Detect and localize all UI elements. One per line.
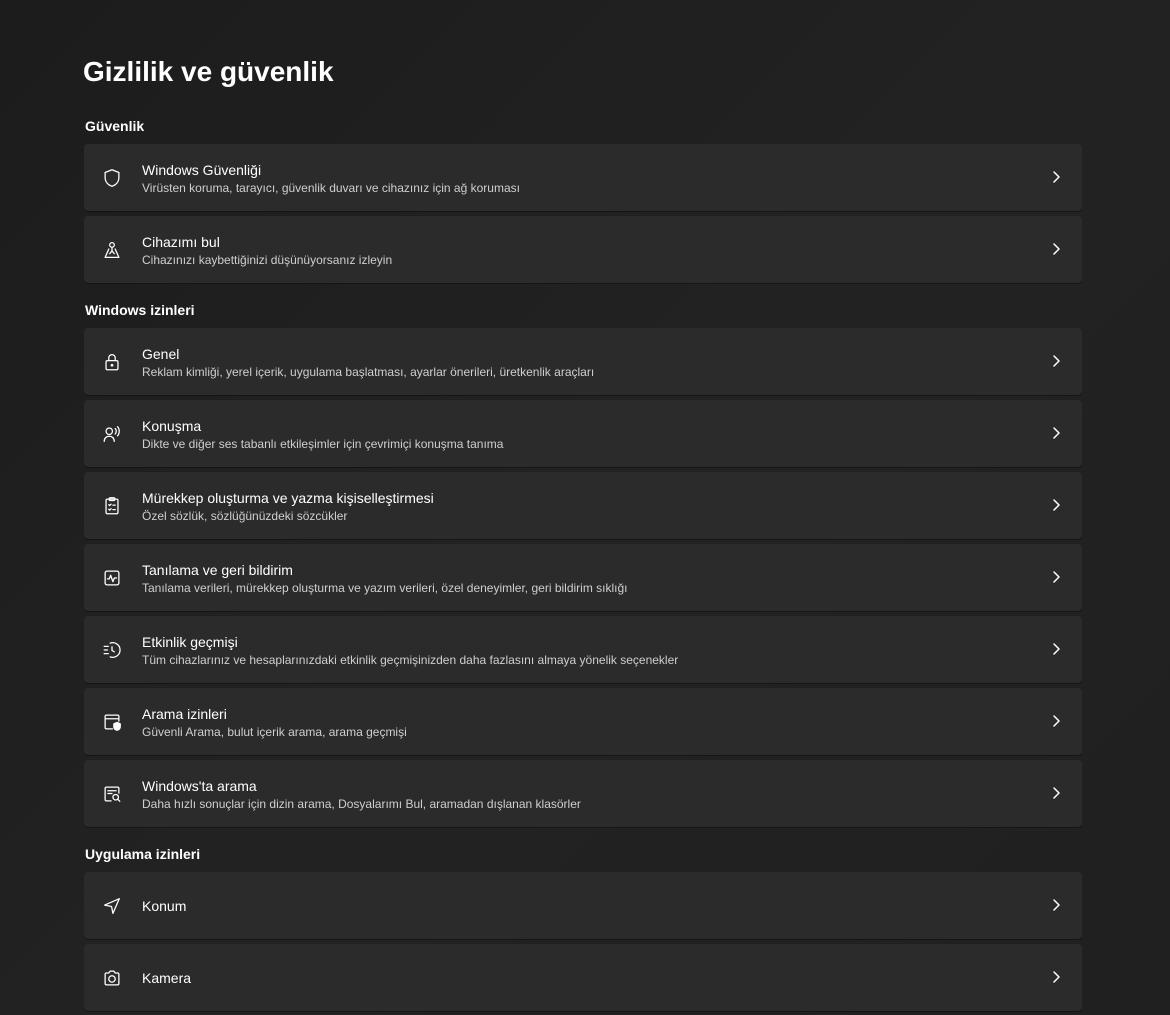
camera-card[interactable]: Kamera — [84, 944, 1082, 1011]
section-header-security: Güvenlik — [85, 118, 145, 134]
card-title: Arama izinleri — [142, 706, 227, 722]
card-description: Tanılama verileri, mürekkep oluşturma ve… — [142, 581, 628, 595]
speech-card[interactable]: Konuşma Dikte ve diğer ses tabanlı etkil… — [84, 400, 1082, 467]
chevron-right-icon — [1048, 641, 1064, 657]
card-title: Konum — [142, 898, 187, 914]
chevron-right-icon — [1048, 713, 1064, 729]
section-header-windows-permissions: Windows izinleri — [85, 302, 195, 318]
chevron-right-icon — [1048, 785, 1064, 801]
windows-security-card[interactable]: Windows Güvenliği Virüsten koruma, taray… — [84, 144, 1082, 211]
location-icon — [100, 894, 124, 918]
card-title: Kamera — [142, 970, 192, 986]
chevron-right-icon — [1048, 969, 1064, 985]
search-permissions-card[interactable]: Arama izinleri Güvenli Arama, bulut içer… — [84, 688, 1082, 755]
card-description: Güvenli Arama, bulut içerik arama, arama… — [142, 725, 407, 739]
card-description: Dikte ve diğer ses tabanlı etkileşimler … — [142, 437, 504, 451]
diagnostics-feedback-card[interactable]: Tanılama ve geri bildirim Tanılama veril… — [84, 544, 1082, 611]
card-description: Reklam kimliği, yerel içerik, uygulama b… — [142, 365, 595, 379]
card-description: Daha hızlı sonuçlar için dizin arama, Do… — [142, 797, 581, 811]
chevron-right-icon — [1048, 241, 1064, 257]
card-title: Genel — [142, 346, 180, 362]
card-title: Windows Güvenliği — [142, 162, 262, 178]
card-description: Özel sözlük, sözlüğünüzdeki sözcükler — [142, 509, 348, 523]
chevron-right-icon — [1048, 425, 1064, 441]
clipboard-checklist-icon — [100, 494, 124, 518]
general-card[interactable]: Genel Reklam kimliği, yerel içerik, uygu… — [84, 328, 1082, 395]
section-header-app-permissions: Uygulama izinleri — [85, 846, 201, 862]
history-icon — [100, 638, 124, 662]
camera-icon — [100, 966, 124, 990]
searching-windows-card[interactable]: Windows'ta arama Daha hızlı sonuçlar içi… — [84, 760, 1082, 827]
card-description: Tüm cihazlarınız ve hesaplarınızdaki etk… — [142, 653, 679, 667]
shield-icon — [100, 166, 124, 190]
card-title: Etkinlik geçmişi — [142, 634, 238, 650]
chevron-right-icon — [1048, 353, 1064, 369]
settings-page: Gizlilik ve güvenlik Güvenlik Windows Gü… — [0, 0, 1170, 1015]
find-device-icon — [100, 238, 124, 262]
inking-typing-card[interactable]: Mürekkep oluşturma ve yazma kişiselleşti… — [84, 472, 1082, 539]
card-description: Virüsten koruma, tarayıcı, güvenlik duva… — [142, 181, 520, 195]
diagnostics-icon — [100, 566, 124, 590]
chevron-right-icon — [1048, 897, 1064, 913]
card-title: Tanılama ve geri bildirim — [142, 562, 293, 578]
chevron-right-icon — [1048, 497, 1064, 513]
location-card[interactable]: Konum — [84, 872, 1082, 939]
chevron-right-icon — [1048, 569, 1064, 585]
card-title: Windows'ta arama — [142, 778, 257, 794]
card-description: Cihazınızı kaybettiğinizi düşünüyorsanız… — [142, 253, 393, 267]
search-windows-icon — [100, 782, 124, 806]
speech-icon — [100, 422, 124, 446]
search-permissions-icon — [100, 710, 124, 734]
page-title: Gizlilik ve güvenlik — [83, 56, 334, 87]
find-my-device-card[interactable]: Cihazımı bul Cihazınızı kaybettiğinizi d… — [84, 216, 1082, 283]
chevron-right-icon — [1048, 169, 1064, 185]
card-title: Cihazımı bul — [142, 234, 220, 250]
card-title: Mürekkep oluşturma ve yazma kişiselleşti… — [142, 490, 434, 506]
activity-history-card[interactable]: Etkinlik geçmişi Tüm cihazlarınız ve hes… — [84, 616, 1082, 683]
lock-icon — [100, 350, 124, 374]
card-title: Konuşma — [142, 418, 202, 434]
